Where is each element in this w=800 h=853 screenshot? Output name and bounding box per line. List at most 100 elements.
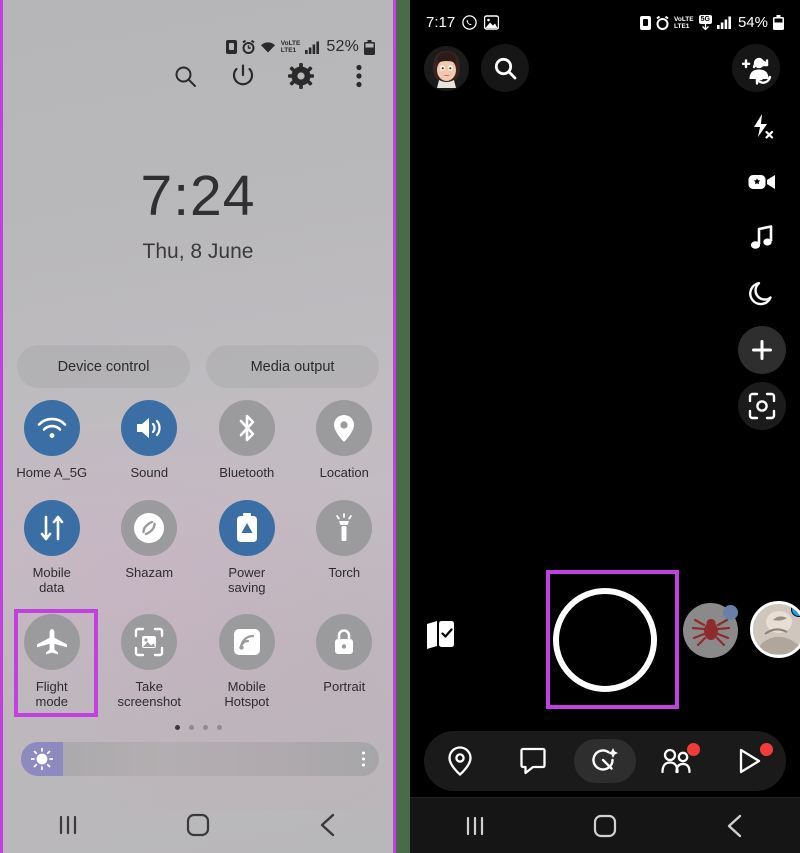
shutter-area bbox=[410, 570, 800, 710]
scan-lens-icon[interactable] bbox=[738, 382, 786, 430]
search-icon[interactable] bbox=[481, 44, 529, 92]
home-icon[interactable] bbox=[175, 808, 221, 842]
tile-location[interactable]: Location bbox=[296, 396, 394, 480]
tile-mobile-data[interactable]: Mobiledata bbox=[3, 496, 101, 595]
sim-card-icon bbox=[226, 40, 237, 54]
page-dot[interactable] bbox=[203, 725, 208, 730]
volte-label: VoLTE bbox=[674, 16, 694, 23]
back-icon[interactable] bbox=[305, 808, 351, 842]
nav-friends[interactable] bbox=[646, 739, 708, 783]
network-label: 5G bbox=[699, 15, 712, 24]
tile-take-screenshot[interactable]: Takescreenshot bbox=[101, 610, 199, 709]
airplane-icon bbox=[24, 614, 80, 670]
spider-lens-thumbnail[interactable] bbox=[683, 603, 738, 658]
lte-label: LTE1 bbox=[674, 23, 694, 30]
tile-sound[interactable]: Sound bbox=[101, 396, 199, 480]
bitmoji-avatar[interactable] bbox=[424, 46, 469, 91]
tile-row-1: Home A_5G Sound Bluetooth bbox=[3, 396, 393, 480]
tile-label: Powersaving bbox=[228, 565, 266, 595]
tile-shazam[interactable]: Shazam bbox=[101, 496, 199, 595]
page-dot[interactable] bbox=[189, 725, 194, 730]
tile-label: Sound bbox=[130, 465, 168, 480]
device-control-button[interactable]: Device control bbox=[17, 345, 190, 388]
battery-icon bbox=[773, 15, 784, 30]
nav-spotlight[interactable] bbox=[719, 739, 781, 783]
status-bar-left: 7:17 bbox=[426, 14, 499, 31]
tile-bluetooth[interactable]: Bluetooth bbox=[198, 396, 296, 480]
mobile-data-icon bbox=[24, 500, 80, 556]
tile-label: Mobiledata bbox=[33, 565, 71, 595]
system-navigation-bar bbox=[410, 797, 800, 853]
media-output-button[interactable]: Media output bbox=[206, 345, 379, 388]
selected-lens-thumbnail[interactable] bbox=[750, 601, 800, 658]
clock-time: 7:24 bbox=[3, 168, 393, 225]
power-icon[interactable] bbox=[229, 62, 257, 90]
tile-label: Location bbox=[320, 465, 369, 480]
tile-label: Shazam bbox=[125, 565, 173, 580]
screenshot-icon bbox=[121, 614, 177, 670]
home-icon[interactable] bbox=[582, 809, 628, 843]
bluetooth-icon bbox=[219, 400, 275, 456]
lte-label: LTE1 bbox=[281, 47, 301, 54]
recents-icon[interactable] bbox=[45, 808, 91, 842]
back-icon[interactable] bbox=[712, 809, 758, 843]
page-dot[interactable] bbox=[175, 725, 180, 730]
battery-icon bbox=[364, 40, 375, 55]
5g-icon: 5G bbox=[699, 15, 712, 30]
notification-badge bbox=[760, 743, 773, 756]
tile-portrait[interactable]: Portrait bbox=[296, 610, 394, 709]
brightness-slider[interactable] bbox=[21, 742, 379, 776]
search-icon[interactable] bbox=[171, 62, 199, 90]
status-bar: 7:17 VoLTE LTE1 bbox=[410, 14, 800, 31]
more-options-icon[interactable] bbox=[345, 62, 373, 90]
brightness-slider-fill bbox=[21, 742, 63, 776]
clock-date: Thu, 8 June bbox=[3, 240, 393, 264]
wifi-icon bbox=[24, 400, 80, 456]
page-dot[interactable] bbox=[217, 725, 222, 730]
volte-label: VoLTE bbox=[281, 40, 301, 47]
lens-selected-badge bbox=[791, 602, 800, 617]
music-note-icon[interactable] bbox=[738, 214, 786, 262]
battery-percent-label: 52% bbox=[326, 38, 359, 56]
tile-power-saving[interactable]: Powersaving bbox=[198, 496, 296, 595]
panel-toolbar bbox=[171, 62, 373, 90]
brightness-more-options-icon[interactable] bbox=[362, 752, 365, 767]
status-bar-right: VoLTE LTE1 5G 54% bbox=[640, 14, 784, 31]
location-pin-icon bbox=[316, 400, 372, 456]
tile-label: Torch bbox=[328, 565, 360, 580]
signal-bars-icon bbox=[305, 41, 319, 54]
tile-wifi[interactable]: Home A_5G bbox=[3, 396, 101, 480]
wifi-icon bbox=[260, 41, 276, 54]
nav-camera[interactable] bbox=[574, 739, 636, 783]
page-indicator bbox=[3, 725, 393, 730]
flip-camera-icon[interactable] bbox=[738, 48, 786, 96]
shutter-button[interactable] bbox=[553, 588, 657, 692]
recents-icon[interactable] bbox=[452, 809, 498, 843]
signal-bars-icon bbox=[717, 16, 731, 29]
bottom-navigation-bar bbox=[424, 731, 786, 791]
volte-lte1-icon: VoLTE LTE1 bbox=[674, 16, 694, 30]
tile-label: Portrait bbox=[323, 679, 365, 694]
tile-label: MobileHotspot bbox=[224, 679, 269, 709]
tile-torch[interactable]: Torch bbox=[296, 496, 394, 595]
tile-mobile-hotspot[interactable]: MobileHotspot bbox=[198, 610, 296, 709]
tile-label: Home A_5G bbox=[16, 465, 87, 480]
flash-off-icon[interactable] bbox=[738, 102, 786, 150]
tile-label: Flightmode bbox=[35, 679, 68, 709]
video-timer-icon[interactable] bbox=[738, 158, 786, 206]
brightness-icon bbox=[31, 748, 53, 770]
nav-map[interactable] bbox=[429, 739, 491, 783]
hotspot-icon bbox=[219, 614, 275, 670]
sim-card-icon bbox=[640, 16, 651, 30]
plus-icon[interactable] bbox=[738, 326, 786, 374]
camera-tools-rail bbox=[738, 48, 786, 430]
tile-label: Takescreenshot bbox=[117, 679, 181, 709]
night-mode-icon[interactable] bbox=[738, 270, 786, 318]
nav-chat[interactable] bbox=[502, 739, 564, 783]
gear-icon[interactable] bbox=[287, 62, 315, 90]
status-bar: VoLTE LTE1 52% bbox=[226, 38, 375, 56]
alarm-icon bbox=[242, 40, 255, 54]
lock-clock: 7:24 Thu, 8 June bbox=[3, 168, 393, 264]
tile-flight-mode[interactable]: Flightmode bbox=[3, 610, 101, 709]
quick-settings-tiles: Home A_5G Sound Bluetooth bbox=[3, 396, 393, 709]
